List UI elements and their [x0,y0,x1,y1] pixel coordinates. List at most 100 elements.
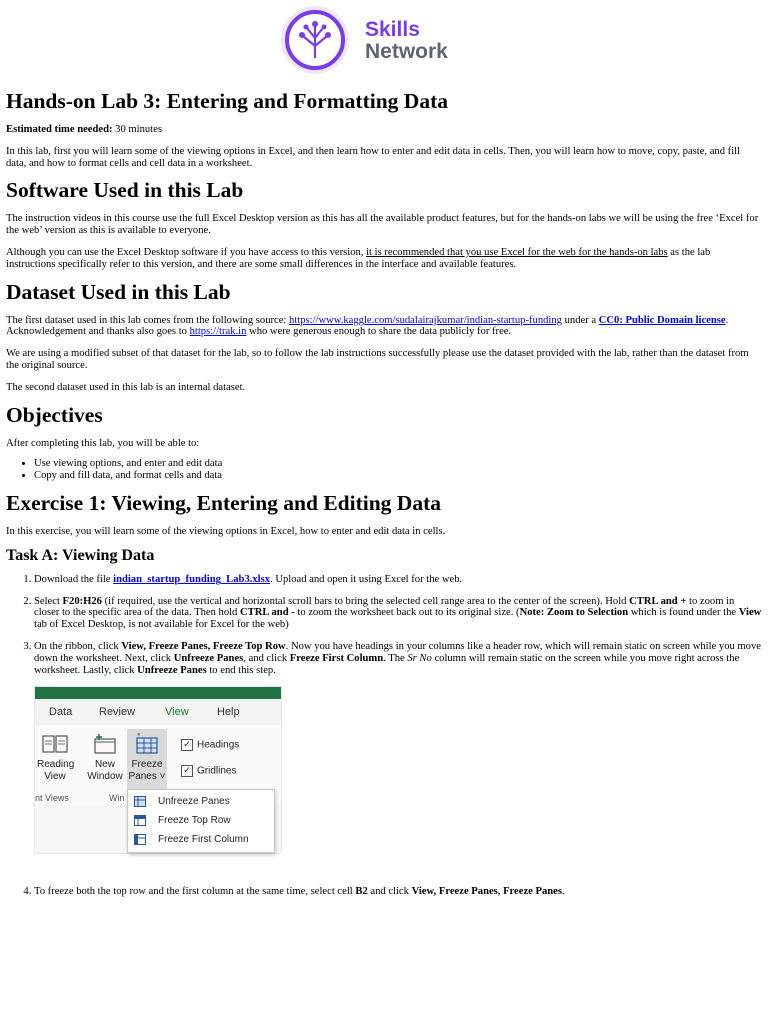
dataset-p1-text-d: who were generous enough to share the da… [246,326,512,338]
new-window-label-2: Window [87,771,123,783]
license-link[interactable]: CC0: Public Domain license [599,315,726,326]
dataset-p1-text-b: under a [561,314,599,326]
svg-text:*: * [137,733,141,741]
step2-note: Note: Zoom to Selection [519,607,629,619]
taskA-step-1: Download the file indian_startup_funding… [34,574,762,586]
tab-data[interactable]: Data [49,707,72,719]
menu-freeze-first-column-label: Freeze First Column [158,834,249,846]
reading-view-label-1: Reading [37,759,75,771]
kaggle-link[interactable]: https://www.kaggle.com/sudalairajkumar/i… [289,315,562,326]
objectives-list: Use viewing options, and enter and edit … [6,458,762,482]
freeze-panes-menu: Unfreeze Panes Freeze Top Row Freeze Fir… [127,789,275,854]
lab-file-link[interactable]: indian_startup_funding_Lab3.xlsx [113,574,270,585]
objectives-heading: Objectives [6,402,103,427]
checkbox-checked-icon: ✓ [181,765,193,778]
dataset-paragraph-2: We are using a modified subset of that d… [6,348,749,371]
tab-help[interactable]: Help [217,707,240,719]
headings-label: Headings [197,739,240,751]
software-paragraph-1: The instruction videos in this course us… [6,213,759,237]
step3-text-a: On the ribbon, click [34,640,122,652]
taskA-step-3: On the ribbon, click View, Freeze Panes,… [34,641,762,676]
step2-text-g: tab of Excel Desktop, is not available f… [34,619,289,631]
reading-view-icon [42,735,68,753]
trak-link[interactable]: https://trak.in [190,326,247,337]
tab-review[interactable]: Review [99,707,135,719]
objectives-intro: After completing this lab, you will be a… [6,437,200,449]
step2-text-e: to zoom the worksheet back out to its or… [294,607,520,619]
menu-freeze-first-column[interactable]: Freeze First Column [128,830,274,849]
estimated-time-value: 30 minutes [112,124,162,135]
step1-text-a: Download the file [34,573,114,585]
excel-title-bar [35,687,281,700]
gridlines-checkbox[interactable]: ✓ Gridlines [181,765,237,778]
step3-freeze-top: View, Freeze Panes, Freeze Top Row [121,640,286,652]
gridlines-label: Gridlines [197,765,237,777]
logo-text-skills: Skills [365,18,420,41]
new-window-icon [94,734,116,754]
taskA-heading: Task A: Viewing Data [6,546,155,564]
step4-freeze-panes: View, Freeze Panes, Freeze Panes [411,886,563,898]
step4-cell: B2 [355,886,368,898]
freeze-panes-label-2: Panes ˅ [128,771,166,783]
step2-text-c: (if required, use the vertical and horiz… [101,595,630,607]
step2-range: F20:H26 [62,595,102,607]
step3-sr-no: Sr No [407,652,432,664]
estimated-time: Estimated time needed: 30 minutes [6,124,762,136]
intro-paragraph: In this lab, first you will learn some o… [6,145,741,169]
taskA-steps-continued: To freeze both the top row and the first… [6,886,762,898]
dataset-paragraph-1: The first dataset used in this lab comes… [6,315,762,339]
step3-unfreeze-2: Unfreeze Panes [137,664,207,676]
dataset-heading: Dataset Used in this Lab [6,279,231,304]
excel-ribbon-tabs: Data Review View Help [35,699,281,736]
step1-text-b: . Upload and open it using Excel for the… [270,573,463,585]
freeze-first-column-icon [134,834,146,846]
excel-freeze-panes-screenshot: Data Review View Help Reading View New W… [34,686,282,855]
step2-zoom-in: CTRL and + [629,595,687,607]
new-window-button[interactable]: New Window [85,733,125,783]
headings-checkbox[interactable]: ✓ Headings [181,739,240,752]
step4-text-d: . [562,886,565,898]
software-p2-text-a: Although you can use the Excel Desktop s… [6,246,367,258]
dataset-paragraph-3: The second dataset used in this lab is a… [6,381,246,393]
software-p2-recommendation: it is recommended that you use Excel for… [366,246,668,258]
menu-freeze-top-row[interactable]: Freeze Top Row [128,811,274,830]
unfreeze-panes-icon [134,796,146,808]
taskA-steps: Download the file indian_startup_funding… [6,574,762,677]
software-heading: Software Used in this Lab [6,178,244,203]
checkbox-checked-icon: ✓ [181,739,193,752]
freeze-panes-icon: * [136,731,158,754]
reading-view-label-2: View [44,771,66,783]
reading-view-button[interactable]: Reading View [37,733,75,783]
objective-item: Use viewing options, and enter and edit … [34,458,762,470]
page-title: Hands-on Lab 3: Entering and Formatting … [6,89,448,113]
new-window-label-1: New [94,759,115,771]
step2-text-a: Select [34,595,63,607]
skills-network-logo: Skills Network [279,4,459,76]
group-label-views: nt Views [35,793,69,804]
exercise1-heading: Exercise 1: Viewing, Entering and Editin… [6,490,441,515]
objective-item: Copy and fill data, and format cells and… [34,470,762,482]
menu-freeze-top-row-label: Freeze Top Row [158,815,231,827]
lab-content: Hands-on Lab 3: Entering and Formatting … [6,84,762,898]
step2-text-f: which is found under the [628,607,739,619]
freeze-panes-label-1: Freeze [131,759,163,771]
tab-view[interactable]: View [165,707,189,719]
step3-freeze-first: Freeze First Column [289,652,384,664]
software-paragraph-2: Although you can use the Excel Desktop s… [6,247,762,271]
freeze-top-row-icon [134,815,146,827]
freeze-panes-button[interactable]: * Freeze Panes ˅ [127,729,167,790]
network-tree-icon [281,6,349,74]
taskA-step-2: Select F20:H26 (if required, use the ver… [34,596,762,631]
menu-unfreeze-panes[interactable]: Unfreeze Panes [128,792,274,811]
exercise1-intro: In this exercise, you will learn some of… [6,525,446,537]
step3-unfreeze: Unfreeze Panes [173,652,244,664]
menu-unfreeze-label: Unfreeze Panes [158,796,230,808]
step2-view: View [738,607,762,619]
step2-zoom-out: CTRL and - [240,607,295,619]
step3-text-e: . The [383,652,408,664]
dataset-p1-text-a: The first dataset used in this lab comes… [6,314,290,326]
logo-text-network: Network [365,40,448,63]
taskA-step-4: To freeze both the top row and the first… [34,886,762,898]
step4-text-a: To freeze both the top row and the first… [34,886,356,898]
estimated-time-label: Estimated time needed: [6,124,113,135]
